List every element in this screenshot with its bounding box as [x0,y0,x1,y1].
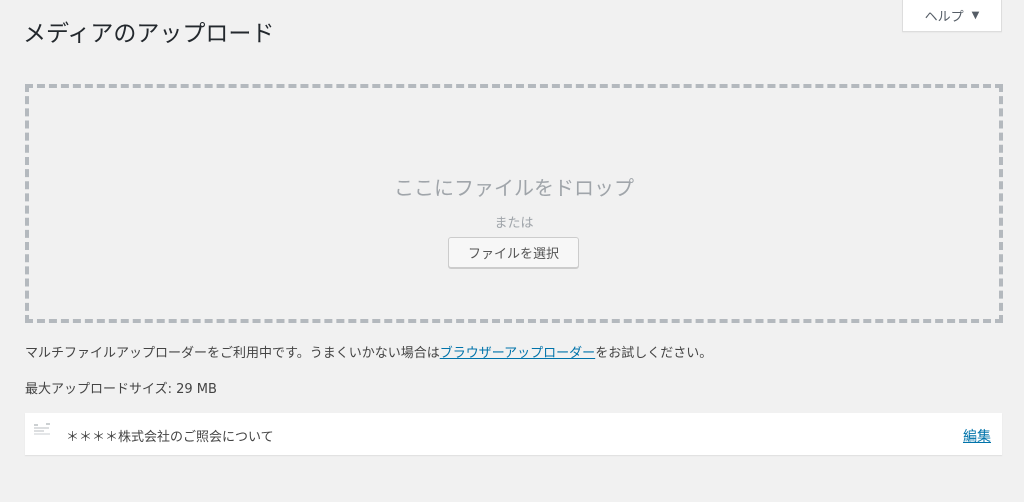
drop-zone[interactable]: ここにファイルをドロップ または [25,84,1003,323]
page-title: メディアのアップロード [23,21,275,47]
max-upload-size: 最大アップロードサイズ: 29 MB [25,382,217,397]
document-thumbnail-icon [32,422,52,440]
help-tab-label: ヘルプ [924,10,964,25]
uploader-info-suffix: をお試しください。 [595,346,713,361]
edit-link[interactable]: 編集 [963,426,991,446]
drop-zone-title: ここにファイルをドロップ [394,176,634,200]
uploader-info-text: マルチファイルアップローダーをご利用中です。うまくいかない場合はブラウザーアップ… [25,342,712,361]
media-item-row: ＊＊＊＊株式会社のご照会について 編集 [25,413,1002,455]
media-item-title: ＊＊＊＊株式会社のご照会について [66,430,274,445]
media-upload-page: ヘルプ ▼ メディアのアップロード ここにファイルをドロップ または ファイルを… [0,0,1024,502]
triangle-down-icon: ▼ [971,10,980,21]
uploader-info-prefix: マルチファイルアップローダーをご利用中です。うまくいかない場合は [25,346,440,361]
drop-zone-or-text: または [494,216,534,231]
select-files-button[interactable]: ファイルを選択 [448,237,579,268]
help-tab-button[interactable]: ヘルプ ▼ [902,0,1002,32]
browser-uploader-link[interactable]: ブラウザーアップローダー [440,346,595,361]
